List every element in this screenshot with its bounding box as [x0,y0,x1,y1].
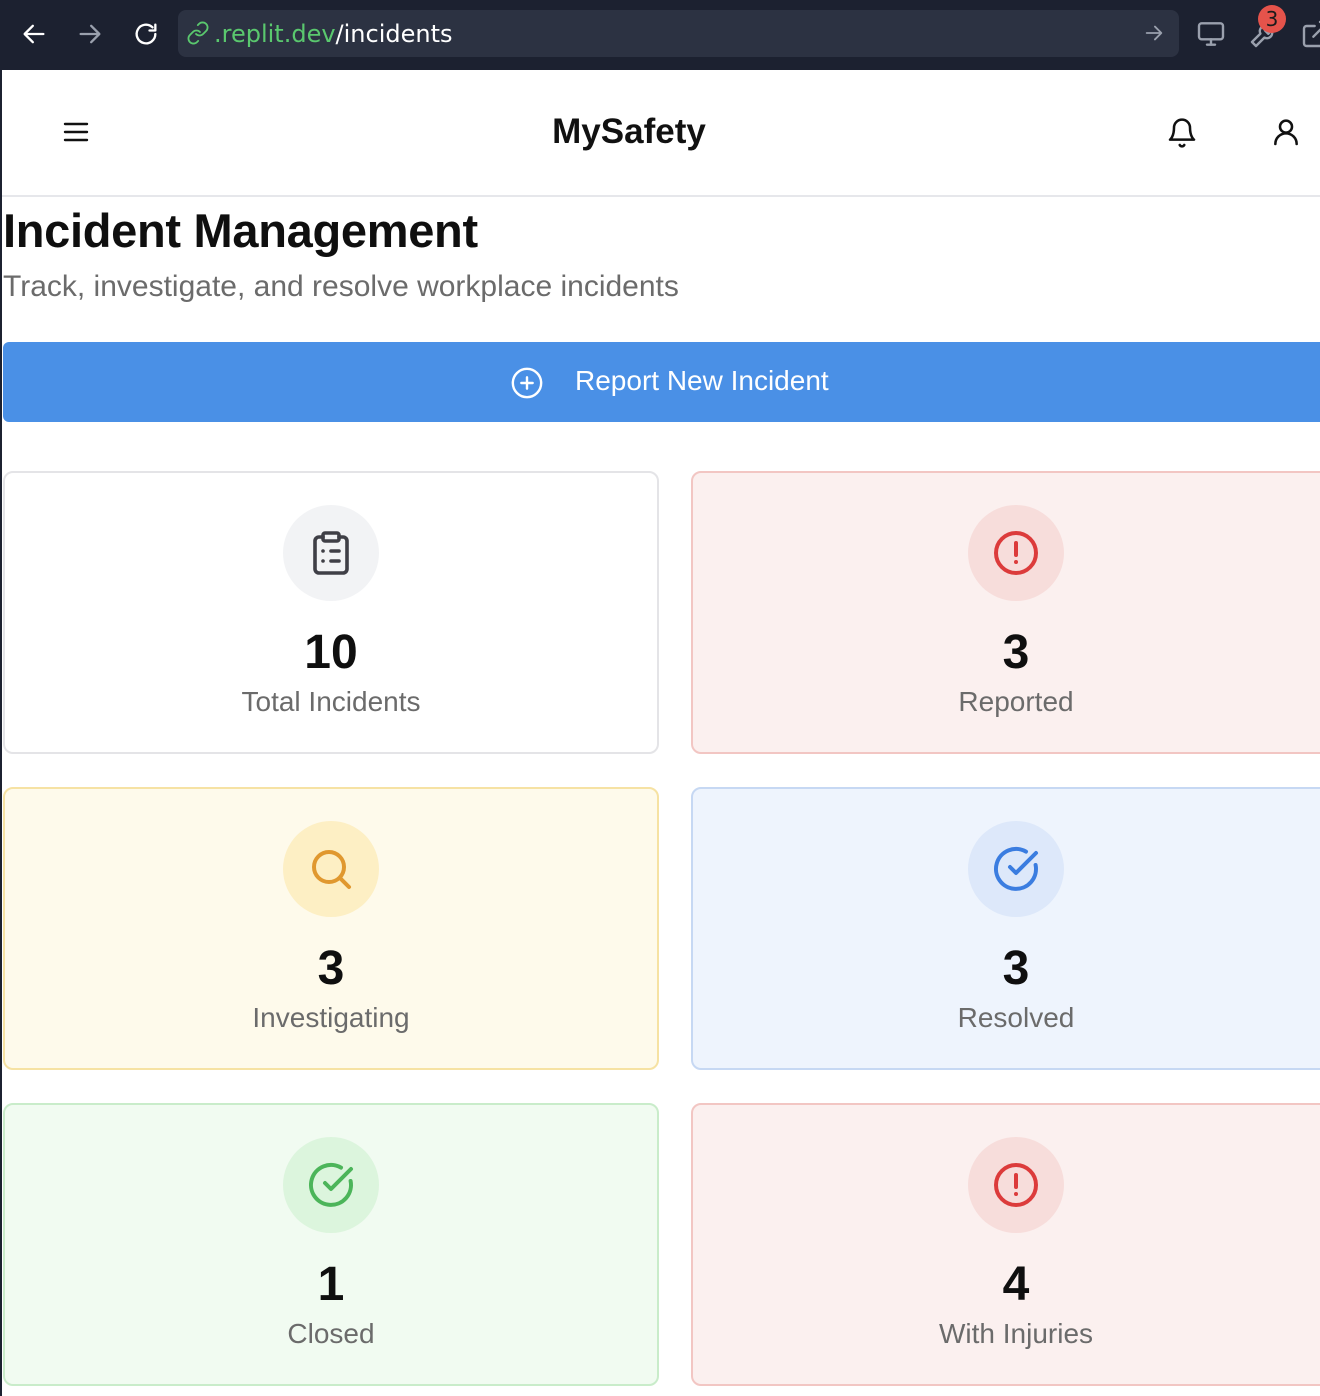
go-arrow-icon[interactable] [1143,22,1165,44]
check-circle-icon [309,1162,353,1207]
stat-icon-circle [283,505,379,601]
stat-label: Resolved [957,1002,1075,1033]
stat-label: Investigating [252,1002,410,1033]
link-icon [187,21,209,45]
report-new-incident-button[interactable]: Report New Incident [3,342,1320,422]
user-icon[interactable] [1270,116,1302,148]
stat-card-closed[interactable]: 1 Closed [3,1103,659,1386]
stat-label: With Injuries [938,1318,1094,1349]
stat-label: Total Incidents [241,686,421,717]
extension-badge: 3 [1258,5,1286,33]
stat-card-total[interactable]: 10 Total Incidents [3,471,659,754]
page-subtitle: Track, investigate, and resolve workplac… [3,270,679,303]
app-header: MySafety [2,70,1320,197]
browser-toolbar: .replit.dev/incidents 3 [0,0,1320,70]
stat-value: 3 [1002,942,1030,995]
stat-label: Reported [958,686,1074,717]
app-title: MySafety [552,112,706,151]
stat-value: 4 [1002,1258,1030,1311]
url-path: /incidents [335,20,453,48]
stat-icon-circle [283,821,379,917]
stat-value: 1 [317,1258,345,1311]
stat-icon-circle [968,821,1064,917]
alert-circle-icon [994,531,1038,575]
search-icon [312,850,351,889]
arrow-right-icon [79,24,101,44]
plus-circle-icon [511,367,543,399]
address-bar[interactable]: .replit.dev/incidents [178,10,1179,57]
stat-icon-circle [283,1137,379,1233]
stat-card-reported[interactable]: 3 Reported [691,471,1320,754]
check-circle-icon [994,846,1038,891]
back-button[interactable] [14,14,54,54]
stat-value: 10 [304,626,358,679]
stat-value: 3 [317,942,345,995]
monitor-icon[interactable] [1195,18,1227,50]
report-button-label: Report New Incident [575,365,829,396]
external-link-icon[interactable] [1300,18,1320,50]
stat-icon-circle [968,505,1064,601]
page-title: Incident Management [3,204,478,257]
stat-value: 3 [1002,626,1030,679]
forward-button[interactable] [70,14,110,54]
stat-card-resolved[interactable]: 3 Resolved [691,787,1320,1070]
url-text: .replit.dev/incidents [214,21,453,47]
bell-icon[interactable] [1166,116,1198,150]
stat-card-injuries[interactable]: 4 With Injuries [691,1103,1320,1386]
reload-button[interactable] [126,14,166,54]
stat-icon-circle [968,1137,1064,1233]
stat-label: Closed [287,1318,375,1349]
reload-icon [135,23,157,45]
alert-circle-icon [994,1163,1038,1207]
url-domain: .replit.dev [214,20,336,48]
clipboard-list-icon [313,531,349,575]
arrow-left-icon [23,24,45,44]
stat-card-investigating[interactable]: 3 Investigating [3,787,659,1070]
